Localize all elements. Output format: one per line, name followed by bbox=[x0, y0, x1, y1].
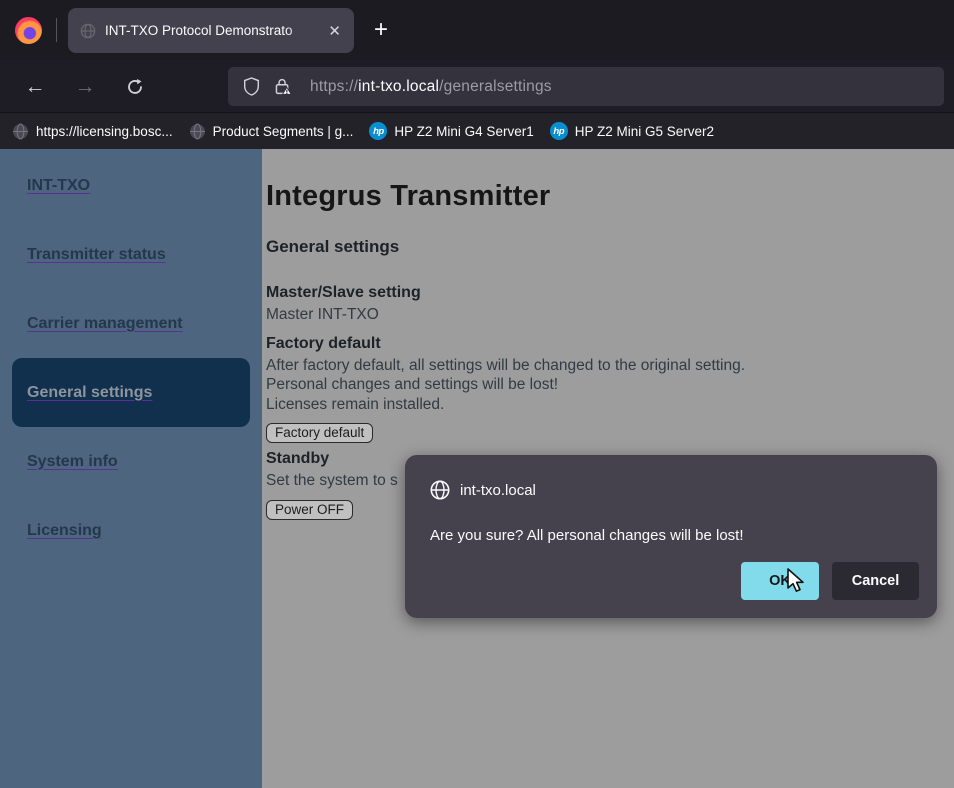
factory-default-line: Personal changes and settings will be lo… bbox=[266, 375, 934, 395]
confirm-dialog: int-txo.local Are you sure? All personal… bbox=[405, 455, 937, 618]
hp-logo-icon: hp bbox=[369, 122, 387, 140]
url-host: int-txo.local bbox=[358, 78, 439, 95]
navigation-toolbar: ← → https://int-txo.local/generalsetting… bbox=[0, 60, 954, 113]
sidebar-link[interactable]: Licensing bbox=[27, 522, 102, 540]
bookmark-label: HP Z2 Mini G5 Server2 bbox=[575, 124, 714, 139]
sidebar-link[interactable]: INT-TXO bbox=[27, 177, 90, 195]
url-scheme: https:// bbox=[310, 78, 358, 95]
bookmark-item[interactable]: hp HP Z2 Mini G5 Server2 bbox=[542, 119, 722, 143]
bookmark-label: https://licensing.bosc... bbox=[36, 124, 173, 139]
sidebar-link[interactable]: General settings bbox=[27, 384, 152, 402]
factory-default-heading: Factory default bbox=[266, 335, 934, 353]
sidebar-item-transmitter-status[interactable]: Transmitter status bbox=[12, 220, 250, 289]
browser-tab[interactable]: INT-TXO Protocol Demonstrato ✕ bbox=[68, 8, 354, 53]
globe-icon bbox=[12, 123, 29, 140]
tab-separator bbox=[56, 18, 57, 42]
sidebar-item-carrier-management[interactable]: Carrier management bbox=[12, 289, 250, 358]
cancel-button[interactable]: Cancel bbox=[832, 562, 919, 600]
sidebar-item-int-txo[interactable]: INT-TXO bbox=[12, 151, 250, 220]
reload-icon[interactable] bbox=[120, 73, 150, 101]
tab-title: INT-TXO Protocol Demonstrato bbox=[105, 23, 325, 38]
forward-icon[interactable]: → bbox=[70, 73, 100, 101]
bookmark-item[interactable]: https://licensing.bosc... bbox=[4, 120, 181, 143]
sidebar-link[interactable]: System info bbox=[27, 453, 118, 471]
globe-icon bbox=[430, 480, 450, 500]
ok-button[interactable]: OK bbox=[741, 562, 819, 600]
sidebar-item-general-settings[interactable]: General settings bbox=[12, 358, 250, 427]
firefox-icon[interactable] bbox=[15, 17, 42, 44]
sidebar-item-system-info[interactable]: System info bbox=[12, 427, 250, 496]
factory-default-line: Licenses remain installed. bbox=[266, 395, 934, 415]
factory-default-button[interactable]: Factory default bbox=[266, 423, 373, 443]
bookmark-item[interactable]: hp HP Z2 Mini G4 Server1 bbox=[361, 119, 541, 143]
dialog-message: Are you sure? All personal changes will … bbox=[430, 527, 919, 544]
back-icon[interactable]: ← bbox=[20, 73, 50, 101]
sidebar: INT-TXO Transmitter status Carrier manag… bbox=[0, 149, 262, 788]
url-bar[interactable]: https://int-txo.local/generalsettings bbox=[228, 67, 944, 106]
page-title: Integrus Transmitter bbox=[266, 180, 934, 213]
new-tab-button[interactable]: + bbox=[366, 15, 396, 45]
sidebar-link[interactable]: Transmitter status bbox=[27, 246, 166, 264]
bookmark-label: Product Segments | g... bbox=[213, 124, 354, 139]
sidebar-item-licensing[interactable]: Licensing bbox=[12, 496, 250, 565]
sidebar-link[interactable]: Carrier management bbox=[27, 315, 183, 333]
master-slave-value: Master INT-TXO bbox=[266, 305, 934, 325]
dialog-source: int-txo.local bbox=[460, 482, 536, 499]
hp-logo-icon: hp bbox=[550, 122, 568, 140]
tab-favicon-globe-icon bbox=[80, 23, 96, 39]
shield-icon[interactable] bbox=[243, 77, 260, 96]
power-off-button[interactable]: Power OFF bbox=[266, 500, 353, 520]
url-path: /generalsettings bbox=[439, 78, 552, 95]
globe-icon bbox=[189, 123, 206, 140]
master-slave-heading: Master/Slave setting bbox=[266, 284, 934, 302]
bookmark-label: HP Z2 Mini G4 Server1 bbox=[394, 124, 533, 139]
tab-close-icon[interactable]: ✕ bbox=[325, 20, 344, 42]
bookmarks-toolbar: https://licensing.bosc... Product Segmen… bbox=[0, 113, 954, 149]
factory-default-line: After factory default, all settings will… bbox=[266, 356, 934, 376]
lock-warning-icon[interactable] bbox=[273, 77, 292, 96]
section-title: General settings bbox=[266, 237, 934, 257]
tab-bar: INT-TXO Protocol Demonstrato ✕ + bbox=[0, 0, 954, 60]
bookmark-item[interactable]: Product Segments | g... bbox=[181, 120, 362, 143]
